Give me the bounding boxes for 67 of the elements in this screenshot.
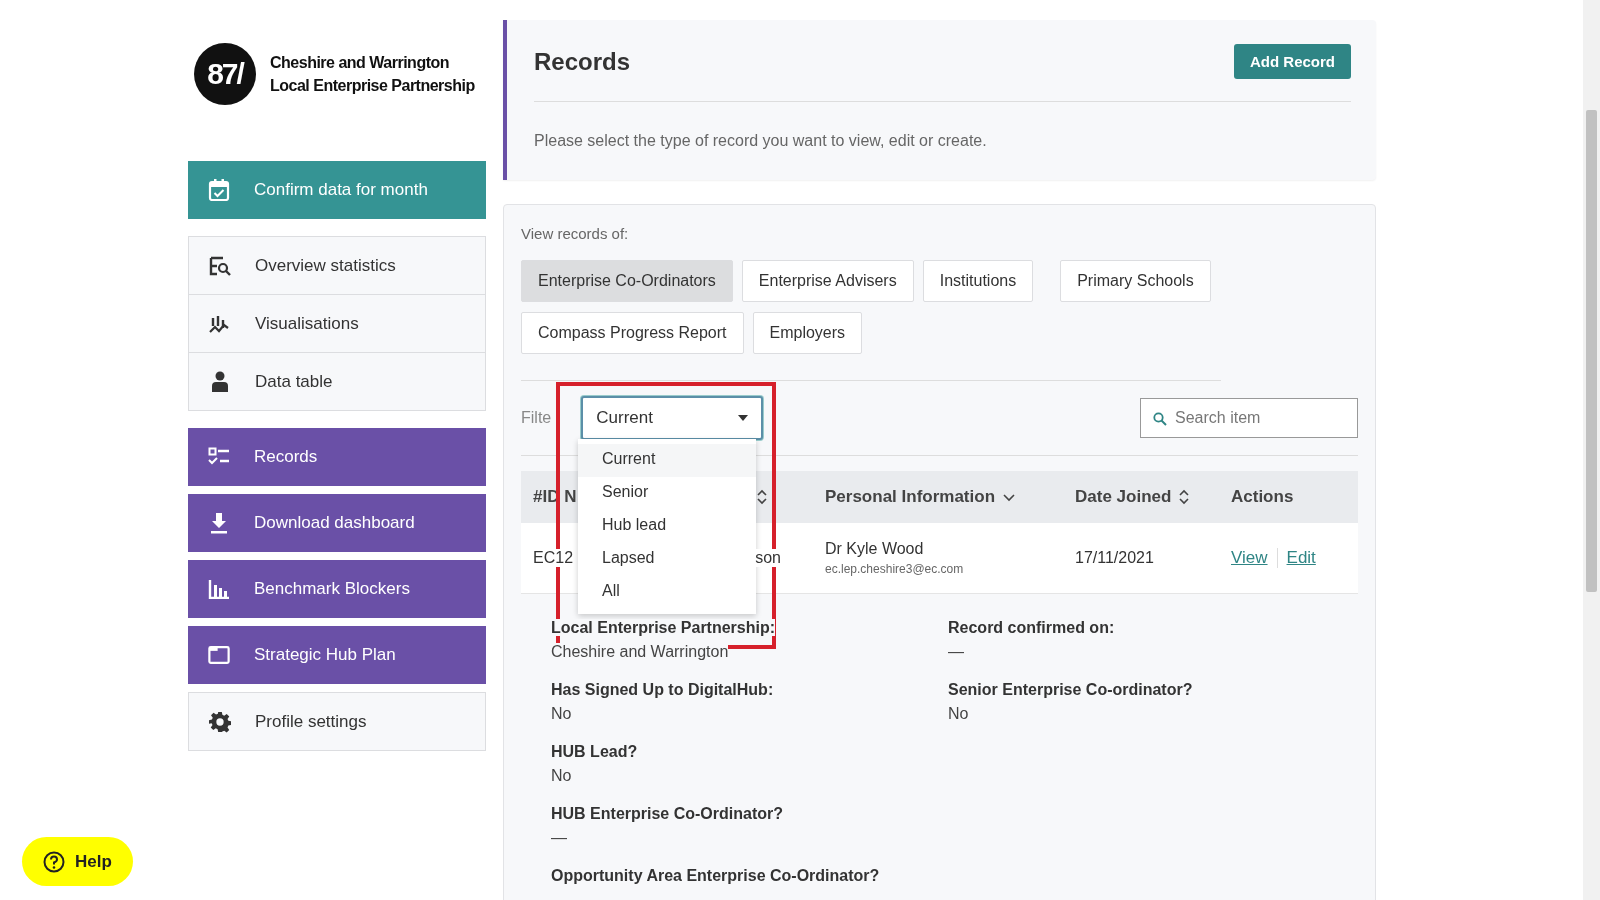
folder-icon	[208, 645, 230, 665]
record-type-tab[interactable]: Enterprise Co-Ordinators	[521, 260, 733, 302]
detail-value: No	[551, 705, 572, 722]
person-icon	[209, 370, 231, 393]
date-cell: 17/11/2021	[1063, 523, 1219, 594]
record-type-tab[interactable]: Institutions	[922, 260, 1034, 302]
page-title: Records	[534, 47, 631, 76]
detail-label: Senior Enterprise Co-ordinator?	[948, 681, 1193, 698]
dropdown-option[interactable]: Lapsed	[578, 543, 756, 576]
detail-value: No	[948, 705, 969, 722]
caret-icon	[738, 415, 749, 421]
filter-label: Filte	[521, 409, 552, 427]
sidebar-item[interactable]: Strategic Hub Plan	[188, 626, 486, 684]
detail-label: Local Enterprise Partnership:	[551, 619, 776, 636]
help-icon	[43, 850, 66, 873]
settings-icon	[209, 710, 231, 733]
record-type-tab[interactable]: Primary Schools	[1060, 260, 1211, 302]
sidebar-item[interactable]: Profile settings	[188, 692, 486, 751]
scrollbar[interactable]	[1583, 0, 1600, 900]
add-record-button[interactable]: Add Record	[1234, 44, 1351, 79]
view-records-label: View records of:	[521, 225, 630, 242]
description-text: Please select the type of record you want to view, edit or create.	[534, 132, 988, 150]
chart-trend-icon	[209, 313, 231, 334]
sidebar-item[interactable]: Confirm data for month	[188, 161, 486, 219]
column-header: Personal Information	[813, 471, 1063, 523]
sort-icon[interactable]	[1179, 489, 1190, 505]
detail-value: Cheshire and Warrington	[551, 643, 729, 660]
brand-name: Cheshire and Warrington	[270, 53, 451, 73]
help-button[interactable]: Help	[22, 837, 133, 886]
dropdown-option[interactable]: Senior	[578, 477, 756, 510]
person-name: Dr Kyle Wood	[825, 540, 925, 558]
bar-chart-icon	[208, 579, 230, 599]
sidebar-item[interactable]: Download dashboard	[188, 494, 486, 552]
search-field[interactable]: Search item	[1140, 398, 1358, 438]
sidebar-item[interactable]: Data table	[188, 352, 486, 411]
calendar-check-icon	[208, 179, 230, 201]
column-header: Actions	[1219, 471, 1358, 523]
sidebar-item[interactable]: Benchmark Blockers	[188, 560, 486, 618]
chevron-down-icon[interactable]	[1003, 492, 1016, 502]
record-type-tab[interactable]: Enterprise Advisers	[741, 260, 914, 302]
email-text: ec.lep.cheshire3@ec.com	[825, 562, 965, 576]
logo: 87/	[194, 43, 256, 105]
sidebar-item[interactable]: Records	[188, 428, 486, 486]
record-type-tab[interactable]: Compass Progress Report	[521, 312, 744, 354]
detail-label: Record confirmed on:	[948, 619, 1115, 636]
sort-icon[interactable]	[757, 489, 767, 505]
action-link[interactable]: View	[1231, 548, 1278, 568]
detail-label: Opportunity Area Enterprise Co-Ordinator?	[551, 867, 880, 884]
record-type-tab[interactable]: Employers	[752, 312, 863, 354]
detail-label: HUB Enterprise Co-Ordinator?	[551, 805, 783, 822]
name-cell: son	[755, 549, 781, 567]
action-link[interactable]: Edit	[1277, 548, 1325, 568]
sidebar-item[interactable]: Visualisations	[188, 294, 486, 353]
dropdown-option[interactable]: Current	[578, 444, 756, 477]
download-icon	[208, 512, 230, 534]
brand-name: Local Enterprise Partnership	[270, 76, 475, 96]
sidebar-item[interactable]: Overview statistics	[188, 236, 486, 295]
detail-label: HUB Lead?	[551, 743, 638, 760]
checklist-icon	[208, 447, 230, 467]
search-icon	[1153, 412, 1167, 426]
detail-value: No	[551, 767, 572, 784]
dropdown-option[interactable]: All	[578, 576, 756, 609]
detail-label: Has Signed Up to DigitalHub:	[551, 681, 774, 698]
record-id: EC12	[533, 549, 574, 567]
filter-dropdown[interactable]: Current	[581, 396, 764, 440]
column-header: Date Joined	[1063, 471, 1219, 523]
search-document-icon	[209, 255, 231, 276]
